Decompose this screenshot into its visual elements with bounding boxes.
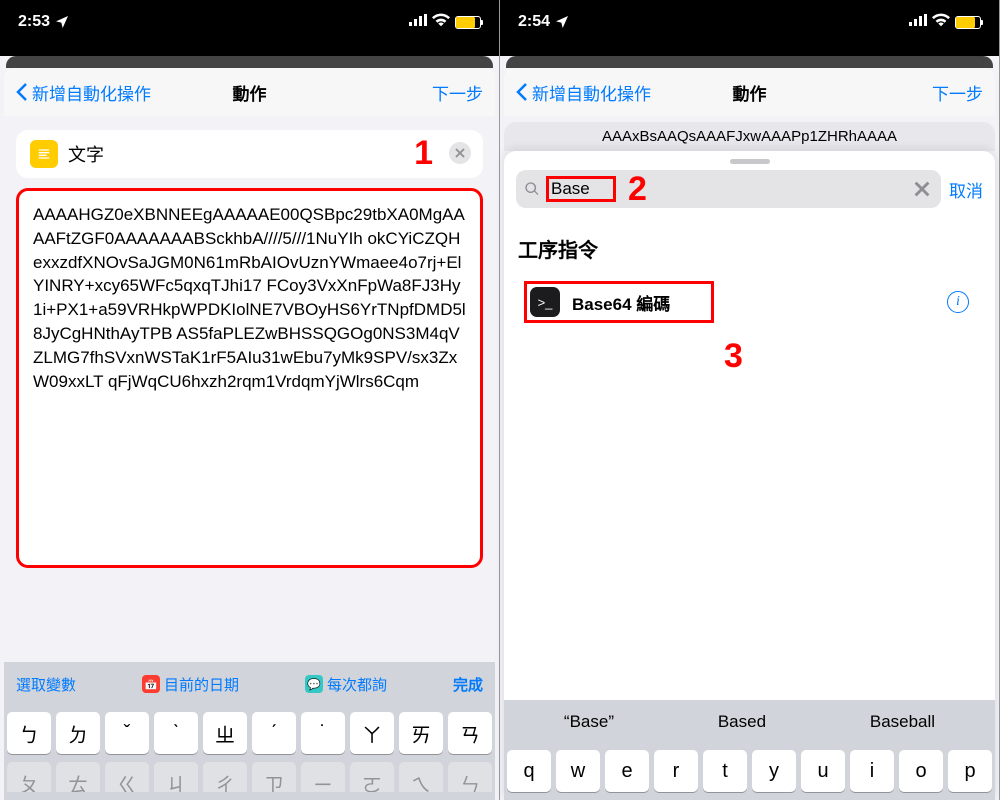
nav-back-button[interactable]: 新增自動化操作	[516, 80, 651, 105]
select-variable-button[interactable]: 選取變數	[16, 674, 76, 695]
key[interactable]: e	[605, 750, 649, 792]
location-icon	[554, 14, 570, 30]
text-content-field[interactable]: AAAAHGZ0eXBNNEEgAAAAAE00QSBpc29tbXA0MgAA…	[16, 188, 483, 568]
nav-back-button[interactable]: 新增自動化操作	[16, 80, 151, 105]
clear-button[interactable]	[449, 142, 471, 164]
search-icon	[524, 181, 540, 197]
location-icon	[54, 14, 70, 30]
wifi-icon	[432, 13, 450, 32]
done-button[interactable]: 完成	[453, 674, 483, 695]
suggestion-1[interactable]: “Base”	[554, 708, 624, 736]
keyboard-accessory-bar: 選取變數 📅目前的日期 💬每次都詢 完成	[4, 662, 495, 706]
key[interactable]: ㄓ	[203, 712, 247, 754]
ask-each-time-token[interactable]: 💬每次都詢	[305, 674, 387, 695]
keyboard: qwertyuiop	[504, 744, 995, 800]
keyboard-suggestions: “Base” Based Baseball	[504, 700, 995, 744]
key[interactable]: ㄞ	[399, 712, 443, 754]
battery-icon	[955, 16, 981, 29]
nav-title: 動作	[233, 80, 267, 105]
sheet-handle[interactable]	[730, 159, 770, 164]
key[interactable]: ˋ	[154, 712, 198, 754]
status-time: 2:53	[18, 13, 50, 31]
status-time: 2:54	[518, 13, 550, 31]
info-icon[interactable]: i	[947, 291, 969, 313]
cancel-button[interactable]: 取消	[949, 177, 983, 202]
chat-icon: 💬	[305, 675, 323, 693]
section-header-scripting: 工序指令	[504, 218, 995, 273]
wifi-icon	[932, 13, 950, 32]
key[interactable]: w	[556, 750, 600, 792]
suggestion-2[interactable]: Based	[708, 708, 776, 736]
text-icon	[30, 140, 58, 168]
key[interactable]: ㄉ	[56, 712, 100, 754]
key[interactable]: y	[752, 750, 796, 792]
key[interactable]: ㄢ	[448, 712, 492, 754]
annotation-2: 2	[628, 170, 647, 209]
phone-left: 2:53 新增自動化操作 動作 下一步 文字 1 AAAAHGZ0eXBNNEE…	[0, 0, 500, 800]
key[interactable]: u	[801, 750, 845, 792]
key[interactable]: q	[507, 750, 551, 792]
key[interactable]: ㄚ	[350, 712, 394, 754]
status-bar: 2:53	[0, 0, 499, 44]
background-text-peek: AAAxBsAAQsAAAFJxwAAAPp1ZHRhAAAA	[504, 122, 995, 151]
key[interactable]: t	[703, 750, 747, 792]
nav-bar: 新增自動化操作 動作 下一步	[4, 68, 495, 116]
key[interactable]: o	[899, 750, 943, 792]
key[interactable]: i	[850, 750, 894, 792]
nav-title: 動作	[733, 80, 767, 105]
current-date-token[interactable]: 📅目前的日期	[142, 674, 239, 695]
nav-next-button[interactable]: 下一步	[932, 80, 983, 105]
key[interactable]: ˊ	[252, 712, 296, 754]
annotation-3: 3	[724, 337, 1000, 376]
text-action-header: 文字 1	[16, 130, 483, 178]
key[interactable]: ㄅ	[7, 712, 51, 754]
suggestion-3[interactable]: Baseball	[860, 708, 945, 736]
search-field[interactable]: 2	[516, 170, 941, 208]
key[interactable]: ˇ	[105, 712, 149, 754]
action-result-base64[interactable]: >_ Base64 編碼 i	[516, 273, 983, 331]
phone-right: 2:54 新增自動化操作 動作 下一步 AAAxBsAAQsAAAFJxwAAA…	[500, 0, 1000, 800]
clear-search-button[interactable]	[911, 178, 933, 200]
status-bar: 2:54	[500, 0, 999, 44]
nav-next-button[interactable]: 下一步	[432, 80, 483, 105]
nav-bar: 新增自動化操作 動作 下一步	[504, 68, 995, 116]
search-input[interactable]	[551, 179, 611, 199]
annotation-1: 1	[414, 134, 433, 173]
key[interactable]: r	[654, 750, 698, 792]
battery-icon	[455, 16, 481, 29]
key[interactable]: ˙	[301, 712, 345, 754]
keyboard: ㄅㄉˇˋㄓˊ˙ㄚㄞㄢ ㄆㄊㄍㄐㄔㄗㄧㄛㄟㄣ	[4, 706, 495, 800]
text-action-title: 文字	[68, 141, 104, 167]
signal-icon	[409, 13, 427, 32]
signal-icon	[909, 13, 927, 32]
key[interactable]: p	[948, 750, 992, 792]
calendar-icon: 📅	[142, 675, 160, 693]
